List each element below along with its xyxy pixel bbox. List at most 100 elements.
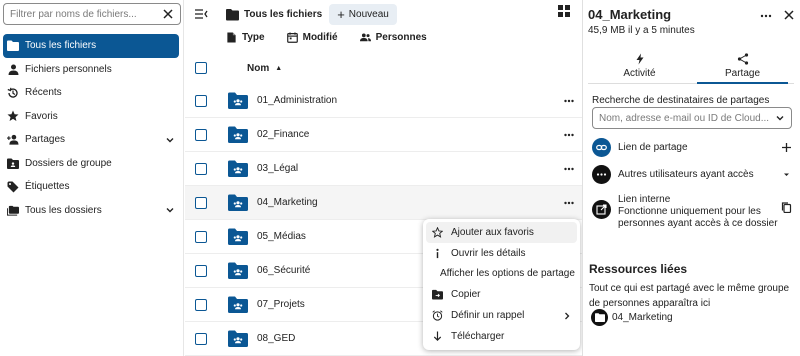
row-checkbox[interactable] <box>195 332 207 345</box>
tag-icon <box>7 181 19 193</box>
menu-item-open-details[interactable]: Ouvrir les détails <box>426 243 577 264</box>
copy-icon[interactable] <box>781 202 792 213</box>
share-search-label: Recherche de destinataires de partages <box>592 95 770 106</box>
dots-icon <box>592 165 611 184</box>
table-row[interactable]: 03_Légal <box>185 152 582 186</box>
grid-view-icon[interactable] <box>558 5 570 17</box>
row-checkbox[interactable] <box>195 196 207 209</box>
panel-title: 04_Marketing <box>588 7 672 22</box>
share-link-row: Lien de partage <box>592 138 792 157</box>
sidebar-item-label: Récents <box>25 87 62 99</box>
more-actions-icon[interactable] <box>564 96 574 106</box>
group-folder-icon <box>228 228 248 245</box>
caret-down-icon[interactable] <box>781 169 792 180</box>
sidebar-item-shares[interactable]: Partages <box>3 128 179 152</box>
menu-item-copy[interactable]: Copier <box>426 284 577 305</box>
table-row[interactable]: 02_Finance <box>185 118 582 152</box>
filter-bar: Type Modifié Personnes <box>226 32 449 43</box>
tab-activity[interactable]: Activité <box>588 48 691 83</box>
panel-subtitle: 45,9 MB il y a 5 minutes <box>588 25 695 36</box>
filter-people[interactable]: Personnes <box>359 32 427 43</box>
file-name[interactable]: 05_Médias <box>257 231 306 242</box>
file-icon <box>227 32 236 43</box>
row-checkbox[interactable] <box>195 264 207 277</box>
chevron-down-icon[interactable] <box>775 113 785 123</box>
close-icon[interactable] <box>162 8 174 20</box>
sidebar-item-label: Tous les fichiers <box>25 40 97 52</box>
folders-icon <box>7 204 19 216</box>
sidebar-item-all-folders[interactable]: Tous les dossiers <box>3 199 179 223</box>
more-actions-icon[interactable] <box>564 164 574 174</box>
group-folder-icon <box>228 194 248 211</box>
menu-item-label: Définir un rappel <box>451 310 525 322</box>
sidebar-item-all-files[interactable]: Tous les fichiers <box>3 34 179 58</box>
menu-item-label: Copier <box>451 289 481 301</box>
sidebar-item-label: Partages <box>25 134 66 146</box>
sidebar-item-label: Fichiers personnels <box>25 63 112 75</box>
file-name[interactable]: 06_Sécurité <box>257 265 310 276</box>
menu-item-label: Ajouter aux favoris <box>451 226 534 238</box>
sort-ascending-icon: ▲ <box>275 64 283 72</box>
chevron-down-icon[interactable] <box>165 135 175 145</box>
sidebar-item-tags[interactable]: Étiquettes <box>3 175 179 199</box>
breadcrumb[interactable]: Tous les fichiers <box>226 8 322 21</box>
row-checkbox[interactable] <box>195 94 207 107</box>
tab-sharing[interactable]: Partage <box>691 48 794 84</box>
new-button[interactable]: + Nouveau <box>329 3 397 25</box>
sidebar-item-group-folders[interactable]: Dossiers de groupe <box>3 152 179 176</box>
external-link-icon <box>592 200 611 219</box>
star-icon <box>7 110 19 122</box>
row-checkbox[interactable] <box>195 298 207 311</box>
sort-by-name[interactable]: Nom ▲ <box>247 63 282 74</box>
top-bar: Tous les fichiers + Nouveau <box>185 3 582 25</box>
filter-modified[interactable]: Modifié <box>286 32 338 43</box>
menu-item-share-options[interactable]: Afficher les options de partage <box>426 264 577 285</box>
menu-item-download[interactable]: Télécharger <box>426 326 577 347</box>
more-actions-icon[interactable] <box>564 130 574 140</box>
share-search-box[interactable] <box>592 107 792 129</box>
table-row[interactable]: 04_Marketing <box>185 186 582 220</box>
row-checkbox[interactable] <box>195 230 207 243</box>
related-resource-label: 04_Marketing <box>612 312 673 323</box>
menu-item-label: Télécharger <box>451 330 505 342</box>
share-search-input[interactable] <box>599 112 775 124</box>
related-resources-title: Ressources liées <box>589 262 688 276</box>
file-name[interactable]: 04_Marketing <box>257 197 318 208</box>
related-resource-item[interactable]: 04_Marketing <box>591 309 673 326</box>
menu-item-set-reminder[interactable]: Définir un rappel <box>426 305 577 326</box>
history-icon <box>7 87 19 99</box>
add-icon[interactable] <box>781 142 792 153</box>
more-actions-icon[interactable] <box>564 198 574 208</box>
others-access-row[interactable]: Autres utilisateurs ayant accès <box>592 165 792 184</box>
folder-icon <box>7 40 19 52</box>
group-folder-icon <box>228 262 248 279</box>
row-checkbox[interactable] <box>195 128 207 141</box>
sidebar-item-personal-files[interactable]: Fichiers personnels <box>3 58 179 82</box>
sidebar-nav: Tous les fichiers Fichiers personnels Ré… <box>3 34 179 222</box>
close-icon[interactable] <box>783 9 795 21</box>
chevron-down-icon[interactable] <box>165 205 175 215</box>
plus-icon: + <box>337 6 345 22</box>
file-name[interactable]: 07_Projets <box>257 299 305 310</box>
file-name[interactable]: 08_GED <box>257 333 295 344</box>
others-access-label: Autres utilisateurs ayant accès <box>618 168 754 180</box>
folder-icon <box>226 8 239 20</box>
menu-item-add-favorite[interactable]: Ajouter aux favoris <box>426 222 577 243</box>
info-icon <box>436 248 439 258</box>
sidebar-toggle-icon[interactable] <box>194 7 208 21</box>
internal-link-text: Lien interne Fonctionne uniquement pour … <box>618 194 781 230</box>
sidebar-item-favorites[interactable]: Favoris <box>3 105 179 129</box>
file-name[interactable]: 02_Finance <box>257 129 309 140</box>
file-name[interactable]: 01_Administration <box>257 95 337 106</box>
menu-item-label: Afficher les options de partage <box>440 268 575 280</box>
select-all-checkbox[interactable] <box>195 62 207 74</box>
download-icon <box>433 331 442 341</box>
more-actions-icon[interactable] <box>760 10 772 22</box>
row-checkbox[interactable] <box>195 162 207 175</box>
filter-input[interactable] <box>10 8 162 20</box>
file-name[interactable]: 03_Légal <box>257 163 298 174</box>
filter-input-box[interactable] <box>3 3 181 25</box>
filter-type[interactable]: Type <box>226 32 265 43</box>
table-row[interactable]: 01_Administration <box>185 84 582 118</box>
sidebar-item-recent[interactable]: Récents <box>3 81 179 105</box>
